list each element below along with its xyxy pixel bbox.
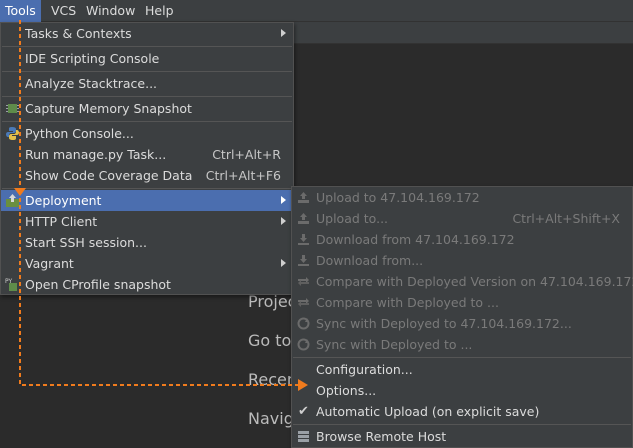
welcome-recent[interactable]: Recen <box>248 370 297 389</box>
sync-icon <box>297 338 310 351</box>
menu-item-options[interactable]: Options... <box>292 380 632 401</box>
menu-item-configuration[interactable]: Configuration... <box>292 359 632 380</box>
svg-text:PY: PY <box>5 278 12 285</box>
menu-item-sync-with-deployed-host[interactable]: Sync with Deployed to 47.104.169.172... <box>292 313 632 334</box>
deployment-icon <box>6 194 19 207</box>
cprofile-icon: PY <box>5 278 17 291</box>
menu-item-compare-with-deployed-version[interactable]: Compare with Deployed Version on 47.104.… <box>292 271 633 292</box>
compare-icon <box>298 298 309 307</box>
sync-icon <box>297 317 310 330</box>
menu-item-browse-remote-host[interactable]: Browse Remote Host <box>292 426 632 447</box>
submenu-arrow-icon <box>281 259 286 267</box>
divider <box>2 188 292 189</box>
upload-icon <box>298 192 309 203</box>
divider <box>293 357 631 358</box>
submenu-arrow-icon <box>281 29 286 37</box>
menu-bar: Tools VCS Window Help <box>0 0 633 22</box>
divider <box>2 71 292 72</box>
download-icon <box>298 255 309 266</box>
remote-host-icon <box>298 431 309 442</box>
welcome-navigation[interactable]: Navig <box>248 409 294 428</box>
menu-item-show-code-coverage-data[interactable]: Show Code Coverage Data Ctrl+Alt+F6 <box>1 165 293 186</box>
menu-help[interactable]: Help <box>140 0 179 22</box>
divider <box>2 96 292 97</box>
menu-item-open-cprofile-snapshot[interactable]: PY Open CProfile snapshot <box>1 274 293 295</box>
menu-item-vagrant[interactable]: Vagrant <box>1 253 293 274</box>
divider <box>293 424 631 425</box>
download-icon <box>298 234 309 245</box>
menu-item-tasks-contexts[interactable]: Tasks & Contexts <box>1 23 293 44</box>
menu-item-download-from-host[interactable]: Download from 47.104.169.172 <box>292 229 632 250</box>
compare-icon <box>298 277 309 286</box>
menu-item-upload-to-host[interactable]: Upload to 47.104.169.172 <box>292 187 632 208</box>
deployment-submenu: Upload to 47.104.169.172 Upload to... Ct… <box>291 186 633 448</box>
menu-item-capture-memory-snapshot[interactable]: Capture Memory Snapshot <box>1 98 293 119</box>
menu-vcs[interactable]: VCS <box>46 0 81 22</box>
menu-item-http-client[interactable]: HTTP Client <box>1 211 293 232</box>
submenu-arrow-icon <box>281 217 286 225</box>
menu-item-automatic-upload[interactable]: ✔ Automatic Upload (on explicit save) <box>292 401 632 422</box>
menu-item-ide-scripting-console[interactable]: IDE Scripting Console <box>1 48 293 69</box>
menu-item-run-manage-py-task[interactable]: Run manage.py Task... Ctrl+Alt+R <box>1 144 293 165</box>
menu-item-analyze-stacktrace[interactable]: Analyze Stacktrace... <box>1 73 293 94</box>
menu-item-start-ssh-session[interactable]: Start SSH session... <box>1 232 293 253</box>
menu-item-upload-to[interactable]: Upload to... Ctrl+Alt+Shift+X <box>292 208 632 229</box>
checkmark-icon: ✔ <box>298 404 309 419</box>
memory-snapshot-icon <box>6 104 19 113</box>
divider <box>2 121 292 122</box>
menu-item-download-from[interactable]: Download from... <box>292 250 632 271</box>
tools-menu: Tasks & Contexts IDE Scripting Console A… <box>0 22 294 295</box>
python-icon <box>6 127 19 140</box>
menu-item-sync-with-deployed-to[interactable]: Sync with Deployed to ... <box>292 334 632 355</box>
menu-item-deployment[interactable]: Deployment <box>1 190 293 211</box>
submenu-arrow-icon <box>281 196 286 204</box>
menu-item-python-console[interactable]: Python Console... <box>1 123 293 144</box>
menu-tools[interactable]: Tools <box>0 0 41 22</box>
menu-window[interactable]: Window <box>81 0 140 22</box>
welcome-goto[interactable]: Go to <box>248 331 291 350</box>
divider <box>2 46 292 47</box>
upload-icon <box>298 213 309 224</box>
menu-item-compare-with-deployed-to[interactable]: Compare with Deployed to ... <box>292 292 632 313</box>
